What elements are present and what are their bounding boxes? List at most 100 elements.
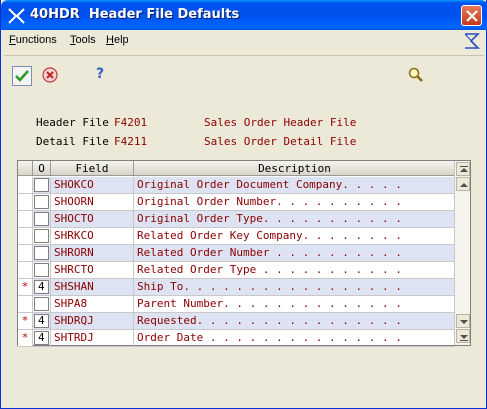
row-o-value — [35, 178, 38, 191]
table-row[interactable]: SHRCTO Related Order Type . . . . . . . .… — [18, 262, 455, 279]
row-o-field[interactable] — [33, 177, 51, 193]
menu-functions-label: unctions — [15, 34, 57, 46]
row-field-name: SHPA8 — [51, 296, 134, 312]
scroll-top-button[interactable] — [456, 162, 470, 176]
detail-file-description: Sales Order Detail File — [204, 135, 357, 148]
row-required-marker: * — [18, 330, 33, 346]
row-o-value — [35, 263, 38, 276]
grid-header-marker — [18, 161, 33, 176]
row-required-marker — [18, 296, 33, 312]
header-file-label: Header File — [36, 116, 109, 129]
table-row[interactable]: * 4 SHTRDJ Order Date . . . . . . . . . . .… — [18, 330, 455, 347]
row-field-name: SHRCTO — [51, 262, 134, 278]
row-description: Original Order Type. . . . . . . . . . . — [137, 212, 402, 225]
scroll-bottom-button[interactable] — [456, 329, 470, 343]
row-o-field[interactable] — [33, 245, 51, 261]
row-required-marker — [18, 245, 33, 261]
detail-file-value: F4211 — [114, 135, 148, 148]
row-field-name: SHSHAN — [51, 279, 134, 295]
row-o-value — [35, 212, 38, 225]
row-o-value: 4 — [38, 280, 45, 293]
row-o-field[interactable] — [33, 296, 51, 312]
row-o-field[interactable]: 4 — [33, 313, 51, 329]
row-field-name: SHOORN — [51, 194, 134, 210]
grid-header: O Field Description — [18, 161, 455, 176]
row-description: Original Order Document Company. . . . . — [137, 178, 402, 191]
close-icon — [466, 10, 478, 22]
cancel-button[interactable] — [41, 66, 61, 86]
row-field-name: SHRKCO — [51, 228, 134, 244]
table-row[interactable]: SHOCTO Original Order Type. . . . . . . .… — [18, 211, 455, 228]
menu-tools-label: ools — [75, 34, 96, 46]
app-code: 40HDR — [30, 7, 80, 22]
row-required-marker — [18, 262, 33, 278]
header-file-value: F4201 — [114, 116, 148, 129]
table-row[interactable]: SHRKCO Related Order Key Company. . . . .… — [18, 228, 455, 245]
row-field-name: SHDRQJ — [51, 313, 134, 329]
scroll-down-button[interactable] — [456, 314, 470, 328]
arrow-down-to-bottom-icon — [460, 335, 468, 341]
menu-help[interactable]: Help — [106, 34, 129, 46]
row-o-value: 4 — [38, 314, 45, 327]
row-field-name: SHOCTO — [51, 211, 134, 227]
menu-tools[interactable]: Tools — [70, 34, 96, 46]
row-description: Related Order Type . . . . . . . . . . . — [137, 263, 402, 276]
row-o-field[interactable] — [33, 262, 51, 278]
jde-app-icon — [8, 8, 25, 24]
table-row[interactable]: * 4 SHSHAN Ship To. . . . . . . . . . . . .… — [18, 279, 455, 296]
row-o-value — [35, 297, 38, 310]
menu-functions-mnemonic: F — [9, 34, 16, 46]
table-row[interactable]: SHOORN Original Order Number. . . . . . .… — [18, 194, 455, 211]
window-title-text: Header File Defaults — [88, 7, 240, 22]
window-title: 40HDR Header File Defaults — [30, 7, 239, 22]
arrow-down-icon — [460, 320, 468, 324]
menu-help-mnemonic: H — [106, 34, 114, 46]
row-o-value — [35, 246, 38, 259]
row-description: Requested. . . . . . . . . . . . . . . . — [137, 314, 402, 327]
row-required-marker: * — [18, 279, 33, 295]
header-file-description: Sales Order Header File — [204, 116, 357, 129]
row-o-field[interactable] — [33, 228, 51, 244]
grid-header-field[interactable]: Field — [51, 161, 134, 176]
find-button[interactable] — [407, 66, 427, 86]
grid-vertical-scrollbar[interactable] — [454, 161, 470, 345]
table-row[interactable]: SHPA8 Parent Number. . . . . . . . . . . … — [18, 296, 455, 313]
application-window: 40HDR Header File Defaults Functions Too… — [0, 0, 487, 409]
fields-grid: O Field Description SHOKCO Original Order… — [17, 160, 471, 347]
grid-header-description[interactable]: Description — [134, 161, 455, 176]
row-o-value: 4 — [38, 331, 45, 344]
table-row[interactable]: SHOKCO Original Order Document Company. .… — [18, 177, 455, 194]
row-description: Original Order Number. . . . . . . . . . — [137, 195, 402, 208]
menu-functions[interactable]: Functions — [9, 34, 57, 46]
row-field-name: SHTRDJ — [51, 330, 134, 346]
row-field-name: SHRORN — [51, 245, 134, 261]
row-description: Parent Number. . . . . . . . . . . . . . — [137, 297, 402, 310]
row-required-marker — [18, 194, 33, 210]
row-o-field[interactable] — [33, 211, 51, 227]
table-row[interactable]: SHRORN Related Order Number . . . . . . .… — [18, 245, 455, 262]
row-description: Related Order Key Company. . . . . . . . — [137, 229, 402, 242]
close-button[interactable] — [461, 5, 482, 26]
menu-help-label: elp — [113, 34, 129, 46]
jde-logo-icon — [464, 33, 480, 49]
row-o-field[interactable]: 4 — [33, 330, 51, 346]
title-bar[interactable]: 40HDR Header File Defaults — [1, 0, 487, 30]
row-o-field[interactable] — [33, 194, 51, 210]
ok-button[interactable] — [12, 66, 32, 86]
scroll-up-button[interactable] — [456, 177, 470, 191]
row-required-marker: * — [18, 313, 33, 329]
arrow-up-icon — [460, 183, 468, 187]
cancel-icon — [42, 67, 58, 83]
row-required-marker — [18, 228, 33, 244]
help-button[interactable]: ? — [90, 66, 110, 86]
grid-header-o[interactable]: O — [33, 161, 51, 176]
menu-bar: Functions Tools Help — [4, 30, 484, 52]
table-row[interactable]: * 4 SHDRQJ Requested. . . . . . . . . . . .… — [18, 313, 455, 330]
row-description: Ship To. . . . . . . . . . . . . . . . . — [137, 280, 402, 293]
row-o-field[interactable]: 4 — [33, 279, 51, 295]
row-o-value — [35, 229, 38, 242]
row-o-value — [35, 195, 38, 208]
row-field-name: SHOKCO — [51, 177, 134, 193]
question-icon: ? — [95, 66, 105, 82]
check-icon — [15, 70, 29, 82]
